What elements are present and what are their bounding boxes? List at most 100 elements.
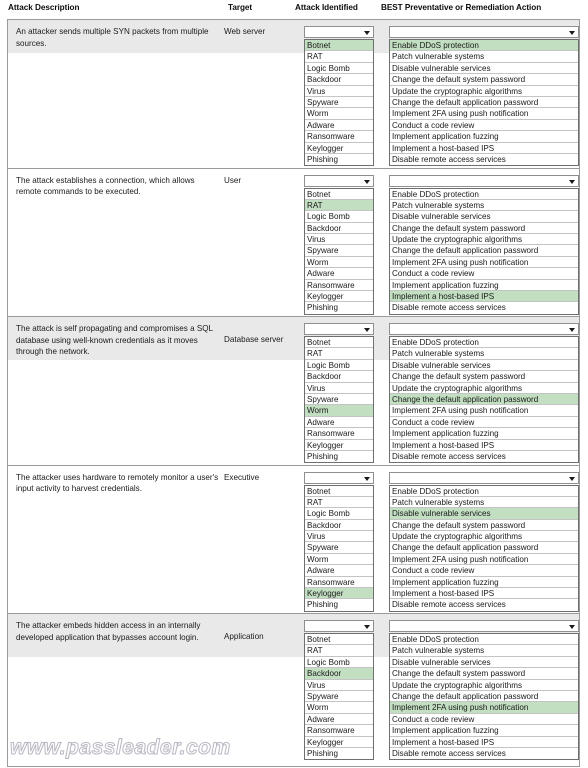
remediation-option[interactable]: Conduct a code review: [390, 120, 578, 132]
attack-option[interactable]: Adware: [305, 714, 373, 726]
attack-option[interactable]: Spyware: [305, 691, 373, 703]
remediation-option[interactable]: Update the cryptographic algorithms: [390, 383, 578, 394]
remediation-option[interactable]: Implement application fuzzing: [390, 577, 578, 589]
remediation-option[interactable]: Implement application fuzzing: [390, 280, 578, 292]
attack-option[interactable]: Spyware: [305, 542, 373, 554]
chevron-down-icon[interactable]: [364, 328, 370, 332]
remediation-option[interactable]: Change the default system password: [390, 668, 578, 680]
attack-option[interactable]: Virus: [305, 531, 373, 543]
remediation-option[interactable]: Disable remote access services: [390, 748, 578, 759]
remediation-action-dropdown[interactable]: Enable DDoS protection Patch vulnerable s…: [389, 174, 579, 315]
attack-option[interactable]: Botnet: [305, 634, 373, 646]
attack-option[interactable]: Worm: [305, 257, 373, 269]
chevron-down-icon[interactable]: [569, 476, 575, 481]
remediation-option[interactable]: Enable DDoS protection: [390, 634, 578, 646]
attack-option[interactable]: Spyware: [305, 97, 373, 109]
remediation-action-dropdown-field[interactable]: [389, 323, 579, 335]
remediation-option[interactable]: Patch vulnerable systems: [390, 645, 578, 657]
attack-option[interactable]: RAT: [305, 348, 373, 360]
chevron-down-icon[interactable]: [569, 328, 575, 332]
remediation-option[interactable]: Implement 2FA using push notification: [390, 405, 578, 417]
attack-option[interactable]: Ransomware: [305, 725, 373, 737]
attack-option[interactable]: Worm: [305, 702, 373, 714]
attack-option[interactable]: Backdoor: [305, 520, 373, 532]
remediation-option[interactable]: Implement a host-based IPS: [390, 291, 578, 303]
remediation-option[interactable]: Enable DDoS protection: [390, 40, 578, 52]
attack-option[interactable]: Botnet: [305, 337, 373, 349]
remediation-option[interactable]: Implement a host-based IPS: [390, 737, 578, 748]
remediation-option[interactable]: Patch vulnerable systems: [390, 200, 578, 212]
attack-option[interactable]: Spyware: [305, 245, 373, 257]
remediation-option[interactable]: Change the default application password: [390, 97, 578, 109]
attack-identified-dropdown-field[interactable]: [304, 620, 374, 632]
chevron-down-icon[interactable]: [364, 625, 370, 629]
attack-option[interactable]: Keylogger: [305, 737, 373, 748]
remediation-option[interactable]: Implement 2FA using push notification: [390, 702, 578, 714]
attack-option[interactable]: Keylogger: [305, 291, 373, 303]
attack-identified-dropdown-field[interactable]: [304, 471, 374, 484]
attack-identified-listbox[interactable]: Botnet RAT Logic Bomb Backdoor Virus Spyware W…: [304, 484, 374, 612]
attack-option[interactable]: Backdoor: [305, 74, 373, 86]
chevron-down-icon[interactable]: [364, 476, 370, 481]
remediation-option[interactable]: Implement application fuzzing: [390, 428, 578, 440]
remediation-option[interactable]: Conduct a code review: [390, 565, 578, 577]
remediation-option[interactable]: Implement application fuzzing: [390, 131, 578, 143]
remediation-option[interactable]: Update the cryptographic algorithms: [390, 234, 578, 246]
remediation-option[interactable]: Implement a host-based IPS: [390, 440, 578, 451]
attack-option[interactable]: Ransomware: [305, 428, 373, 440]
remediation-option[interactable]: Conduct a code review: [390, 714, 578, 726]
attack-option[interactable]: Virus: [305, 680, 373, 691]
attack-option[interactable]: Worm: [305, 405, 373, 417]
attack-option[interactable]: Logic Bomb: [305, 360, 373, 372]
chevron-down-icon[interactable]: [569, 625, 575, 629]
attack-option[interactable]: Adware: [305, 268, 373, 280]
remediation-action-dropdown-field[interactable]: [389, 620, 579, 632]
remediation-option[interactable]: Disable vulnerable services: [390, 211, 578, 223]
remediation-option[interactable]: Change the default application password: [390, 393, 578, 406]
remediation-action-dropdown-field[interactable]: [389, 174, 579, 187]
attack-option[interactable]: Virus: [305, 383, 373, 394]
remediation-option[interactable]: Disable remote access services: [390, 302, 578, 313]
remediation-option[interactable]: Update the cryptographic algorithms: [390, 680, 578, 691]
attack-option[interactable]: Botnet: [305, 486, 373, 497]
remediation-action-listbox[interactable]: Enable DDoS protection Patch vulnerable s…: [389, 633, 579, 761]
attack-option[interactable]: Botnet: [305, 189, 373, 200]
remediation-option[interactable]: Change the default system password: [390, 520, 578, 532]
attack-option[interactable]: Backdoor: [305, 668, 373, 680]
remediation-option[interactable]: Update the cryptographic algorithms: [390, 531, 578, 543]
remediation-action-dropdown[interactable]: Enable DDoS protection Patch vulnerable s…: [389, 26, 579, 167]
remediation-action-dropdown-field[interactable]: [389, 26, 579, 38]
remediation-option[interactable]: Enable DDoS protection: [390, 189, 578, 200]
remediation-option[interactable]: Update the cryptographic algorithms: [390, 86, 578, 97]
attack-option[interactable]: Backdoor: [305, 371, 373, 383]
remediation-action-dropdown-field[interactable]: [389, 471, 579, 484]
remediation-option[interactable]: Patch vulnerable systems: [390, 51, 578, 63]
attack-option[interactable]: Ransomware: [305, 280, 373, 292]
attack-option[interactable]: Phishing: [305, 451, 373, 462]
remediation-option[interactable]: Disable vulnerable services: [390, 657, 578, 669]
remediation-action-listbox[interactable]: Enable DDoS protection Patch vulnerable s…: [389, 336, 579, 464]
attack-identified-dropdown[interactable]: Botnet RAT Logic Bomb Backdoor Virus Spyware W…: [304, 26, 374, 167]
remediation-option[interactable]: Implement a host-based IPS: [390, 143, 578, 154]
remediation-action-dropdown[interactable]: Enable DDoS protection Patch vulnerable s…: [389, 323, 579, 464]
remediation-option[interactable]: Implement 2FA using push notification: [390, 554, 578, 566]
attack-option[interactable]: Virus: [305, 234, 373, 246]
chevron-down-icon[interactable]: [569, 31, 575, 35]
remediation-option[interactable]: Enable DDoS protection: [390, 486, 578, 497]
remediation-option[interactable]: Patch vulnerable systems: [390, 348, 578, 360]
attack-option[interactable]: Logic Bomb: [305, 63, 373, 75]
remediation-option[interactable]: Patch vulnerable systems: [390, 497, 578, 509]
remediation-option[interactable]: Disable vulnerable services: [390, 360, 578, 372]
attack-option[interactable]: Virus: [305, 86, 373, 97]
attack-option[interactable]: Ransomware: [305, 131, 373, 143]
remediation-option[interactable]: Conduct a code review: [390, 268, 578, 280]
attack-option[interactable]: RAT: [305, 645, 373, 657]
remediation-option[interactable]: Change the default system password: [390, 74, 578, 86]
attack-option[interactable]: RAT: [305, 199, 373, 212]
attack-identified-dropdown-field[interactable]: [304, 26, 374, 38]
attack-option[interactable]: Ransomware: [305, 577, 373, 589]
remediation-option[interactable]: Disable vulnerable services: [390, 508, 578, 520]
remediation-option[interactable]: Conduct a code review: [390, 417, 578, 429]
attack-option[interactable]: Phishing: [305, 302, 373, 313]
attack-option[interactable]: Backdoor: [305, 223, 373, 235]
